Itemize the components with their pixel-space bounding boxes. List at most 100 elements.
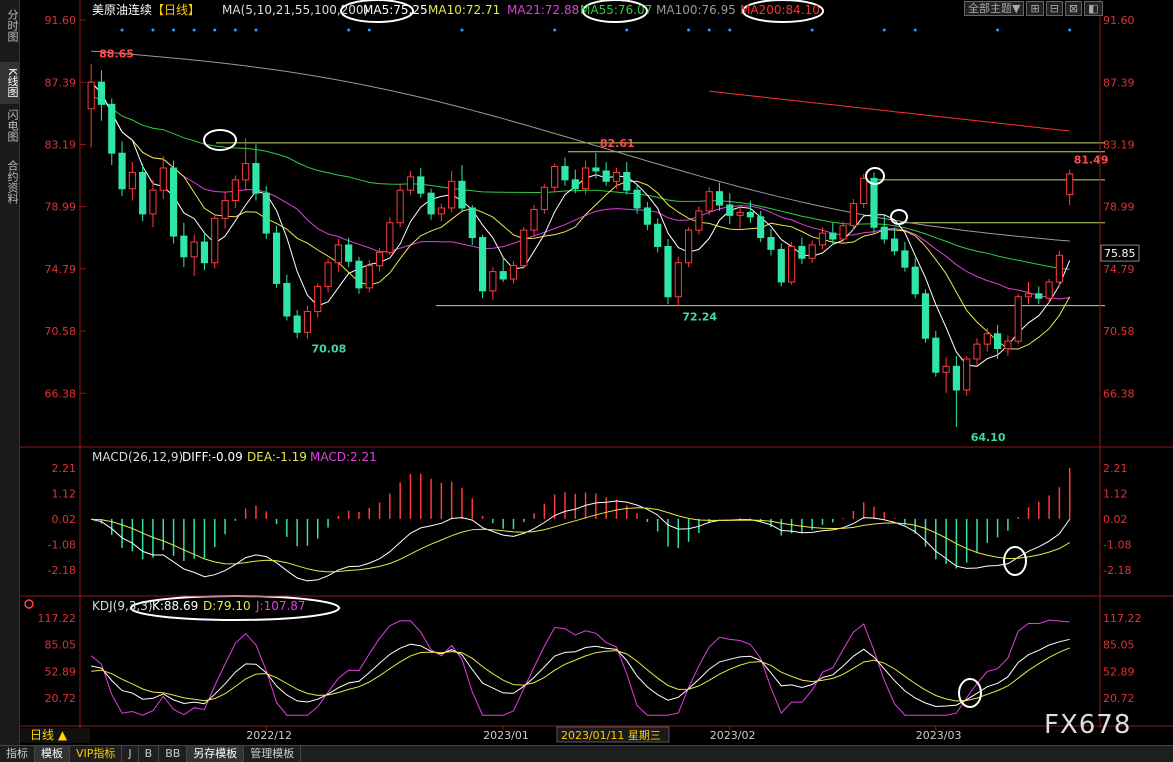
- close-icon[interactable]: ⊠: [1064, 1, 1083, 16]
- theme-dropdown[interactable]: 全部主题▼: [964, 1, 1025, 16]
- candle-body: [242, 163, 250, 181]
- candle-body: [468, 207, 476, 239]
- period-toggle[interactable]: 日线 ▲: [20, 728, 90, 743]
- candle-body: [911, 266, 919, 295]
- candle-body: [211, 217, 219, 264]
- split-icon[interactable]: ◧: [1084, 1, 1103, 16]
- macd-diff: DIFF:-0.09: [182, 450, 243, 464]
- minimize-icon[interactable]: ⊟: [1045, 1, 1063, 16]
- candle-body: [375, 251, 384, 267]
- candle-body: [108, 103, 116, 154]
- chart-canvas[interactable]: 91.60 91.60 87.39 87.39 83.19 83.19 78.99 78.99…: [20, 0, 1173, 745]
- candle-body: [396, 189, 404, 224]
- x-axis-label: 2022/12: [246, 729, 292, 742]
- kdj-tick-label-right: 85.05: [1103, 639, 1135, 652]
- candle-body: [942, 365, 950, 373]
- event-dot: [254, 28, 258, 32]
- candle-body: [509, 265, 518, 280]
- candle-body: [664, 245, 672, 298]
- candle-body: [97, 81, 106, 105]
- event-dot: [707, 28, 711, 32]
- candle-body: [231, 179, 239, 202]
- event-dot: [460, 28, 464, 32]
- price-annotation: 81.49: [1074, 154, 1109, 167]
- y-tick-label-left: 87.39: [45, 76, 77, 89]
- tab-intraday[interactable]: 分时图: [0, 4, 19, 46]
- macd-label: MACD(26,12,9): [92, 450, 183, 464]
- candle-body: [787, 245, 796, 283]
- event-dot: [882, 28, 886, 32]
- ma21-value: MA21:72.88: [507, 3, 579, 17]
- candle-body: [880, 226, 888, 240]
- candle-body: [952, 365, 960, 391]
- y-tick-label-right: 83.19: [1103, 138, 1135, 151]
- candle-body: [736, 211, 744, 216]
- candle-body: [190, 241, 198, 258]
- event-dot: [687, 28, 691, 32]
- candle-body: [149, 189, 157, 215]
- candle-body: [1055, 254, 1063, 283]
- kdj-settings-icon[interactable]: [24, 599, 34, 609]
- candle-body: [324, 262, 332, 287]
- tab-kline[interactable]: K线图: [0, 62, 19, 104]
- candle-body: [746, 211, 754, 218]
- candle-body: [674, 262, 682, 298]
- instrument-title: 美原油连续: [92, 2, 152, 17]
- event-dot: [810, 28, 814, 32]
- kdj-label: KDJ(9,3,3): [92, 599, 153, 613]
- event-dot: [913, 28, 917, 32]
- top-toolbar: 全部主题▼ ⊞ ⊟ ⊠ ◧: [962, 1, 1103, 16]
- kdj-tick-label-right: 52.89: [1103, 665, 1135, 678]
- candle-body: [705, 191, 713, 212]
- y-tick-label-right: 66.38: [1103, 387, 1135, 400]
- candle-body: [303, 311, 312, 333]
- candle-body: [581, 167, 590, 190]
- macd-dea: DEA:-1.19: [247, 450, 307, 464]
- event-dot: [347, 28, 351, 32]
- candle-body: [921, 293, 930, 339]
- event-dot: [996, 28, 1000, 32]
- tab-indicators[interactable]: 指标: [0, 746, 35, 762]
- candle-body: [561, 166, 569, 181]
- macd-tick-label-left: 1.12: [52, 487, 77, 500]
- price-annotation: 72.24: [682, 311, 717, 324]
- candle-body: [767, 237, 775, 250]
- candle-body: [530, 208, 538, 231]
- price-annotation: 82.61: [600, 137, 635, 150]
- candle-body: [963, 358, 971, 391]
- y-tick-label-right: 87.39: [1103, 76, 1135, 89]
- candle-body: [499, 271, 507, 280]
- candle-body: [695, 210, 703, 231]
- price-annotation: 64.10: [971, 431, 1006, 444]
- event-dot: [625, 28, 629, 32]
- macd-tick-label-right: 1.12: [1103, 487, 1128, 500]
- tab-flash[interactable]: 闪电图: [0, 104, 19, 146]
- candle-body: [128, 171, 136, 190]
- candle-body: [798, 245, 806, 259]
- candle-body: [540, 186, 548, 210]
- candle-body: [1066, 173, 1074, 196]
- kdj-d: D:79.10: [203, 599, 251, 613]
- tab-manage-templates[interactable]: 管理模板: [244, 746, 302, 762]
- x-axis-label: 2023/03: [916, 729, 962, 742]
- event-dot: [553, 28, 557, 32]
- macd-tick-label-left: -2.18: [48, 564, 76, 577]
- kdj-tick-label-left: 85.05: [45, 639, 77, 652]
- tab-vip-indicators[interactable]: VIP指标: [70, 746, 123, 762]
- tab-b[interactable]: B: [139, 746, 160, 762]
- candle-body: [891, 238, 899, 252]
- candle-body: [272, 232, 281, 284]
- tab-j[interactable]: J: [122, 746, 139, 762]
- tab-templates[interactable]: 模板: [35, 746, 70, 762]
- layout-icon[interactable]: ⊞: [1026, 1, 1044, 16]
- candle-body: [334, 244, 342, 264]
- price-annotation: 88.65: [99, 48, 134, 61]
- tab-save-template[interactable]: 另存模板: [187, 746, 245, 762]
- kdj-k-line: [91, 638, 1070, 708]
- tab-contract-info[interactable]: 合约资料: [0, 154, 19, 210]
- candle-body: [777, 248, 785, 283]
- candle-body: [417, 176, 425, 194]
- tab-bb[interactable]: BB: [159, 746, 188, 762]
- candle-body: [818, 232, 827, 246]
- left-sidebar: 分时图 K线图 闪电图 合约资料: [0, 0, 20, 745]
